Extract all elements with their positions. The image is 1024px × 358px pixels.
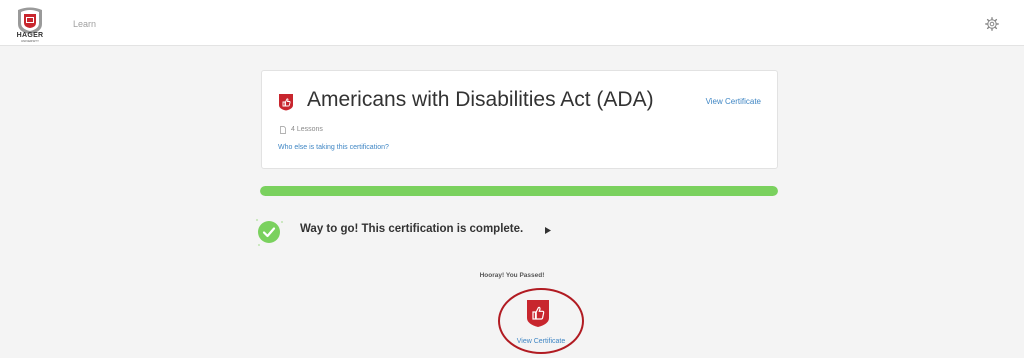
view-certificate-link[interactable]: View Certificate	[706, 97, 761, 106]
nav-learn-link[interactable]: Learn	[73, 19, 96, 29]
triangle-right-icon[interactable]	[545, 227, 551, 234]
view-certificate-badge-button[interactable]: View Certificate	[498, 288, 584, 356]
course-card: Americans with Disabilities Act (ADA) Vi…	[261, 70, 778, 169]
document-icon	[280, 126, 286, 134]
certificate-badge-icon	[279, 94, 293, 111]
course-title: Americans with Disabilities Act (ADA)	[307, 88, 654, 111]
lessons-count: 4 Lessons	[291, 126, 323, 133]
hooray-text: Hooray! You Passed!	[479, 272, 545, 279]
check-icon	[256, 219, 283, 246]
progress-bar	[260, 186, 778, 196]
top-bar: HAGER UNIVERSITY Learn	[0, 0, 1024, 46]
progress-fill	[260, 186, 778, 196]
view-certificate-caption[interactable]: View Certificate	[498, 338, 584, 345]
gear-icon[interactable]	[985, 17, 999, 31]
logo-text: HAGER	[16, 32, 44, 39]
who-else-link[interactable]: Who else is taking this certification?	[278, 144, 389, 151]
completion-message: Way to go! This certification is complet…	[300, 223, 524, 235]
logo-subtext: UNIVERSITY	[20, 39, 39, 43]
certificate-badge-icon[interactable]	[525, 298, 551, 328]
